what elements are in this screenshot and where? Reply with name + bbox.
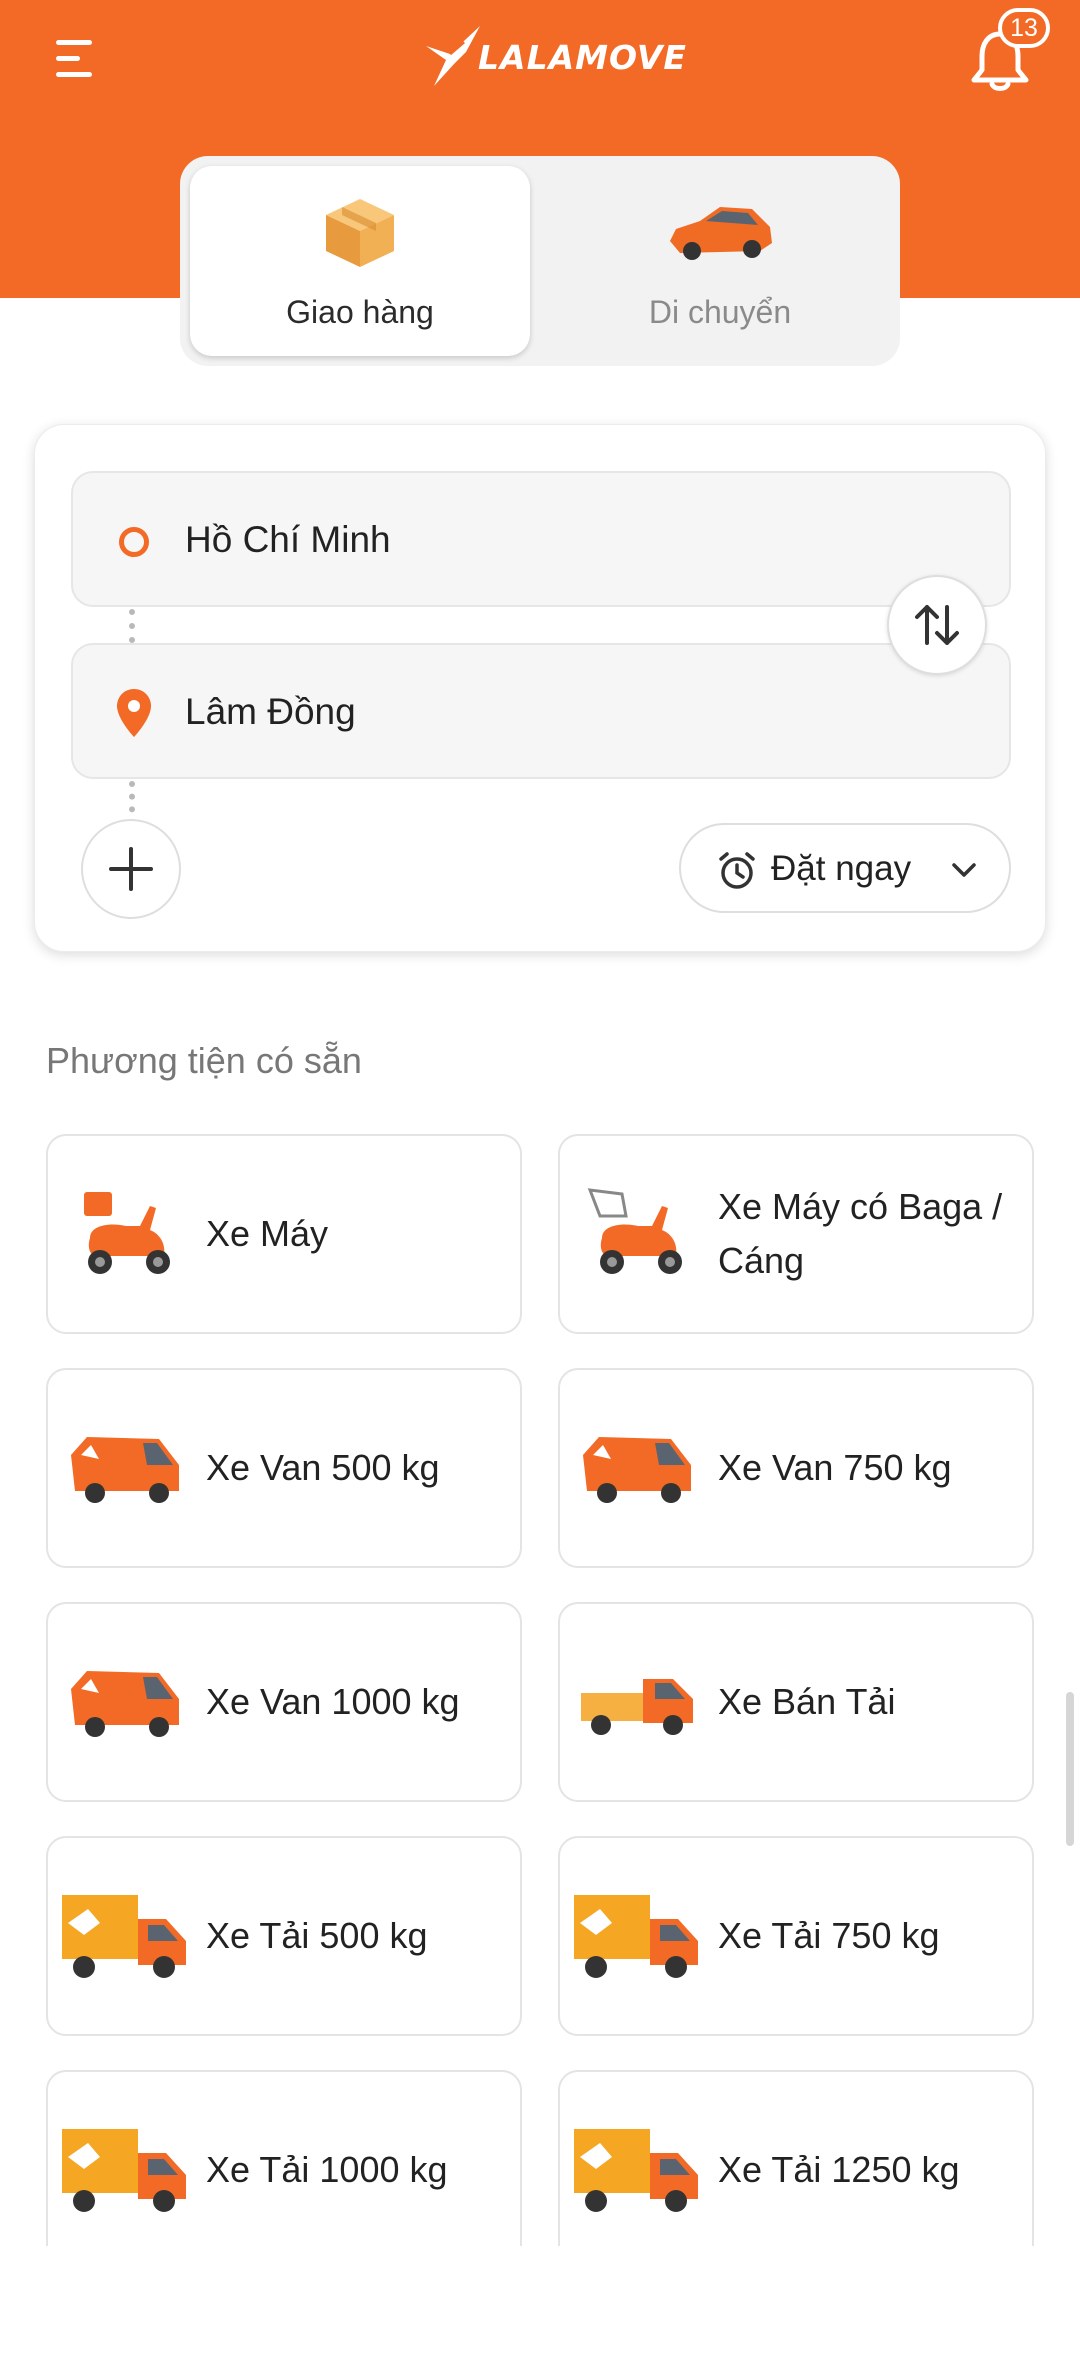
logo-text: LALAMOVE xyxy=(478,37,687,77)
vehicle-card-truck-500[interactable]: Xe Tải 500 kg xyxy=(46,1836,522,2036)
vehicle-name: Xe Van 500 kg xyxy=(206,1447,440,1488)
vehicle-card-van-1000[interactable]: Xe Van 1000 kg xyxy=(46,1602,522,1802)
pickup-dot-icon xyxy=(119,527,149,557)
tab-ride-label: Di chuyển xyxy=(648,294,792,330)
truck-icon xyxy=(572,2110,702,2234)
motorbike-rack-icon xyxy=(572,1174,702,1298)
add-stop-button[interactable] xyxy=(81,819,181,919)
route-card: Hồ Chí Minh Lâm Đồng Đặt ngay xyxy=(34,424,1046,952)
vehicle-card-truck-1000[interactable]: Xe Tải 1000 kg xyxy=(46,2070,522,2246)
plus-icon xyxy=(109,847,153,891)
lalamove-logo: LALAMOVE xyxy=(420,24,687,90)
pickup-truck-icon xyxy=(572,1642,702,1766)
hamburger-icon-line xyxy=(56,40,92,45)
truck-icon xyxy=(60,1876,190,2000)
hamburger-icon-line xyxy=(56,72,92,77)
service-mode-switch: Giao hàng Di chuyển xyxy=(180,156,900,366)
van-icon xyxy=(572,1408,702,1532)
dropoff-location-text: Lâm Đồng xyxy=(185,691,356,732)
vehicle-name: Xe Bán Tải xyxy=(718,1681,896,1722)
vehicle-name: Xe Tải 1000 kg xyxy=(206,2149,448,2190)
alarm-clock-icon xyxy=(719,852,755,889)
available-vehicles-title: Phương tiện có sẵn xyxy=(46,1040,362,1081)
vehicle-card-van-750[interactable]: Xe Van 750 kg xyxy=(558,1368,1034,1568)
vehicle-name: Xe Van 1000 kg xyxy=(206,1681,460,1722)
chevron-down-icon xyxy=(952,863,976,877)
van-icon xyxy=(60,1642,190,1766)
vehicle-name: Xe Tải 750 kg xyxy=(718,1915,940,1956)
vehicle-card-motorbike[interactable]: Xe Máy xyxy=(46,1134,522,1334)
schedule-label: Đặt ngay xyxy=(771,849,912,888)
notification-badge: 13 xyxy=(998,8,1050,48)
route-connector-line xyxy=(129,609,135,643)
schedule-dropdown[interactable]: Đặt ngay xyxy=(679,823,1011,913)
tab-delivery[interactable]: Giao hàng xyxy=(190,166,530,356)
vehicle-name: Xe Máy xyxy=(206,1213,329,1254)
location-pin-icon xyxy=(117,689,151,737)
scrollbar[interactable] xyxy=(1066,1692,1074,1846)
pickup-location-text: Hồ Chí Minh xyxy=(185,519,391,560)
tab-ride[interactable]: Di chuyển xyxy=(550,166,890,356)
swap-locations-button[interactable] xyxy=(887,575,987,675)
vehicle-name: Xe Van 750 kg xyxy=(718,1447,952,1488)
box-icon xyxy=(190,188,530,274)
vehicle-card-truck-750[interactable]: Xe Tải 750 kg xyxy=(558,1836,1034,2036)
dropoff-location-field[interactable]: Lâm Đồng xyxy=(71,643,1011,779)
vehicle-grid: Xe Máy Xe Máy có Baga / Cáng Xe Van 500 … xyxy=(46,1134,1034,2246)
tab-delivery-label: Giao hàng xyxy=(286,294,434,330)
van-icon xyxy=(60,1408,190,1532)
vehicle-name: Xe Tải 1250 kg xyxy=(718,2149,960,2190)
vehicle-card-van-500[interactable]: Xe Van 500 kg xyxy=(46,1368,522,1568)
swap-arrows-icon xyxy=(915,605,959,645)
vehicle-card-motorbike-rack[interactable]: Xe Máy có Baga / Cáng xyxy=(558,1134,1034,1334)
vehicle-card-truck-1250[interactable]: Xe Tải 1250 kg xyxy=(558,2070,1034,2246)
car-icon xyxy=(550,188,890,274)
vehicle-name: Xe Tải 500 kg xyxy=(206,1915,428,1956)
vehicle-name: Xe Máy có Baga / Cáng xyxy=(718,1186,1003,1281)
hamburger-icon-line xyxy=(56,56,80,61)
truck-icon xyxy=(572,1876,702,2000)
menu-button[interactable] xyxy=(52,32,104,84)
truck-icon xyxy=(60,2110,190,2234)
pickup-location-field[interactable]: Hồ Chí Minh xyxy=(71,471,1011,607)
motorbike-icon xyxy=(60,1174,190,1298)
vehicle-card-pickup-truck[interactable]: Xe Bán Tải xyxy=(558,1602,1034,1802)
bird-logo-icon xyxy=(426,26,480,86)
